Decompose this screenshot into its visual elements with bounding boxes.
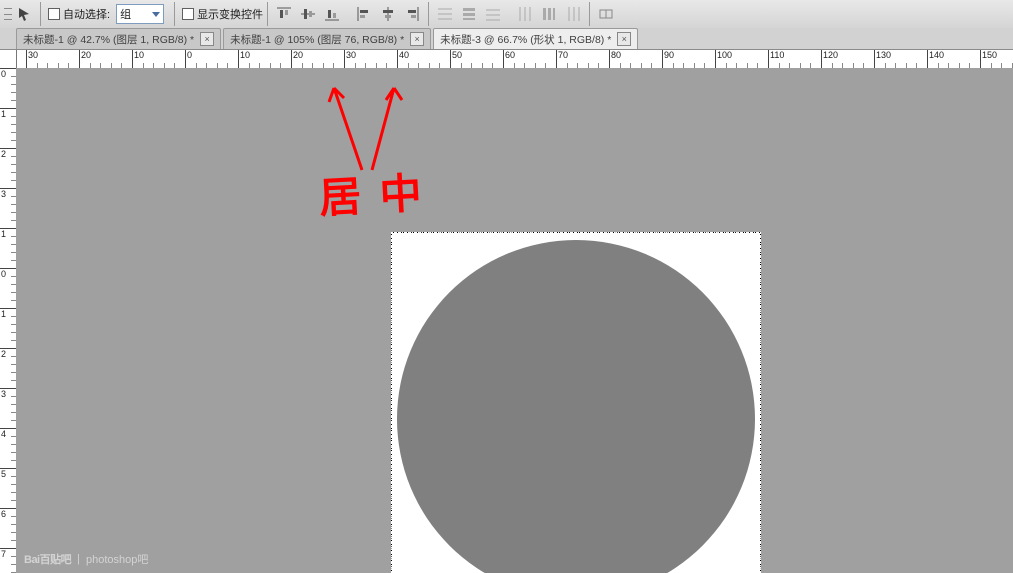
document-canvas[interactable] [391, 232, 761, 573]
auto-select-checkbox[interactable] [48, 8, 60, 20]
annotation-text: 居 中 [317, 159, 427, 225]
auto-align-icon[interactable] [595, 3, 617, 25]
distr-right-icon[interactable] [562, 3, 584, 25]
distr-top-icon[interactable] [434, 3, 456, 25]
tab-doc-3[interactable]: 未标题-3 @ 66.7% (形状 1, RGB/8) * × [433, 28, 638, 49]
shape-circle[interactable] [397, 240, 755, 573]
tab-label: 未标题-1 @ 42.7% (图层 1, RGB/8) * [23, 32, 194, 47]
tab-label: 未标题-3 @ 66.7% (形状 1, RGB/8) * [440, 32, 611, 47]
align-hmid-icon[interactable] [377, 3, 399, 25]
ruler-horizontal[interactable]: 3020100102030405060708090100110120130140… [16, 50, 1013, 69]
watermark: Bai百贴吧 | photoshop吧 [24, 551, 148, 567]
distr-vmid-icon[interactable] [458, 3, 480, 25]
distr-bottom-icon[interactable] [482, 3, 504, 25]
auto-select-value: 组 [120, 6, 131, 22]
align-vmid-icon[interactable] [297, 3, 319, 25]
tab-label: 未标题-1 @ 105% (图层 76, RGB/8) * [230, 32, 404, 47]
align-bottom-icon[interactable] [321, 3, 343, 25]
show-transform-checkbox[interactable] [182, 8, 194, 20]
auto-select-label: 自动选择: [63, 6, 110, 22]
show-transform-label: 显示变换控件 [197, 6, 263, 22]
auto-select-dropdown[interactable]: 组 [116, 4, 164, 24]
chevron-down-icon [152, 12, 160, 17]
align-top-icon[interactable] [273, 3, 295, 25]
distr-left-icon[interactable] [514, 3, 536, 25]
tab-doc-1[interactable]: 未标题-1 @ 42.7% (图层 1, RGB/8) * × [16, 28, 221, 49]
close-icon[interactable]: × [617, 32, 631, 46]
move-tool-icon[interactable] [13, 3, 35, 25]
tab-doc-2[interactable]: 未标题-1 @ 105% (图层 76, RGB/8) * × [223, 28, 431, 49]
options-bar: 自动选择: 组 显示变换控件 [0, 0, 1013, 29]
close-icon[interactable]: × [410, 32, 424, 46]
grip-icon[interactable] [4, 3, 12, 25]
distr-hmid-icon[interactable] [538, 3, 560, 25]
close-icon[interactable]: × [200, 32, 214, 46]
document-tabs: 未标题-1 @ 42.7% (图层 1, RGB/8) * × 未标题-1 @ 1… [0, 28, 1013, 50]
align-right-icon[interactable] [401, 3, 423, 25]
canvas-workspace[interactable]: 居 中 Bai百贴吧 | photoshop吧 [16, 68, 1013, 573]
ruler-vertical[interactable]: 0123101234567 [0, 50, 17, 573]
align-left-icon[interactable] [353, 3, 375, 25]
